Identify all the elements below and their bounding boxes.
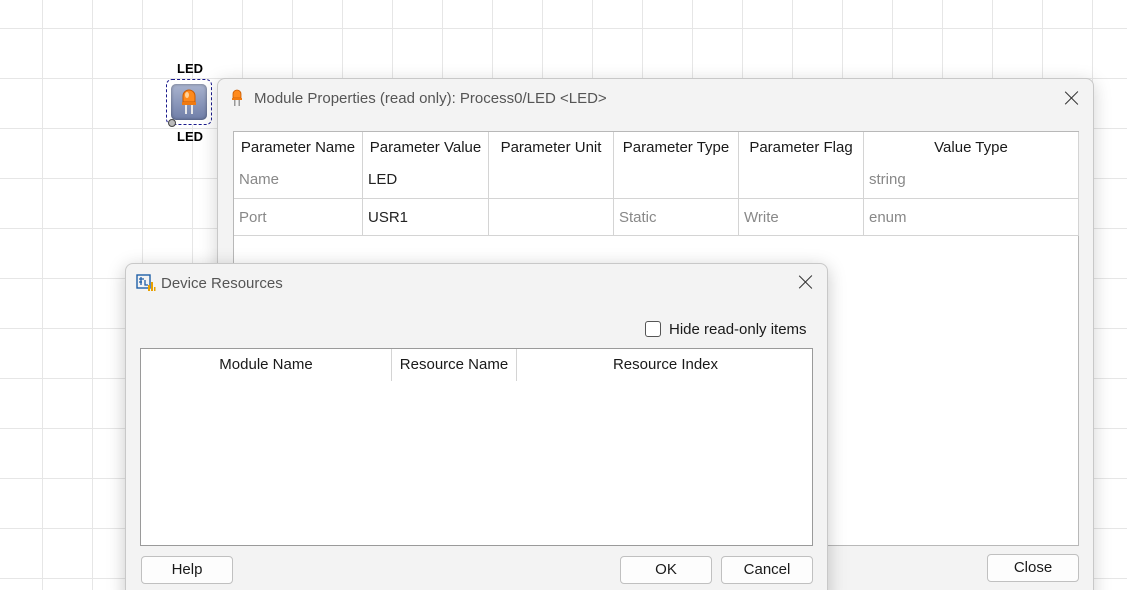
led-module-block[interactable] [166,79,212,127]
column-header-parameter-type[interactable]: Parameter Type [614,132,739,164]
table-cell[interactable]: LED [363,164,489,199]
hide-readonly-checkbox[interactable] [645,321,661,337]
module-properties-title: Module Properties (read only): Process0/… [254,90,607,107]
table-cell[interactable]: Name [234,164,363,199]
led-port-connector[interactable] [168,119,176,127]
led-icon [231,89,243,111]
close-button[interactable]: Close [987,554,1079,582]
table-cell[interactable]: Port [234,199,363,236]
column-header-parameter-unit[interactable]: Parameter Unit [489,132,614,164]
column-header-value-type[interactable]: Value Type [864,132,1079,164]
table-cell[interactable]: string [864,164,1079,199]
column-header-module-name[interactable]: Module Name [141,349,392,381]
led-module-top-label: LED [177,61,203,76]
led-module-bottom-label: LED [177,129,203,144]
device-resources-title: Device Resources [161,275,283,292]
module-properties-titlebar[interactable]: Module Properties (read only): Process0/… [218,79,1093,119]
table-cell[interactable] [489,164,614,199]
cancel-button[interactable]: Cancel [721,556,813,584]
ok-button[interactable]: OK [620,556,712,584]
table-cell[interactable]: enum [864,199,1079,236]
column-header-parameter-flag[interactable]: Parameter Flag [739,132,864,164]
close-icon[interactable] [795,271,817,293]
resources-table: Module Name Resource Name Resource Index [140,348,813,546]
close-icon[interactable] [1061,87,1083,109]
column-header-resource-name[interactable]: Resource Name [392,349,517,381]
hide-readonly-label[interactable]: Hide read-only items [669,321,807,338]
table-cell[interactable] [614,164,739,199]
led-module[interactable]: LED LED [160,60,220,144]
led-module-body [171,84,207,120]
table-cell[interactable]: USR1 [363,199,489,236]
table-cell[interactable]: Write [739,199,864,236]
device-resources-icon [136,273,156,297]
table-cell[interactable] [489,199,614,236]
device-resources-dialog: Device Resources Hide read-only items Mo… [125,263,828,590]
column-header-parameter-value[interactable]: Parameter Value [363,132,489,164]
help-button[interactable]: Help [141,556,233,584]
table-cell[interactable] [739,164,864,199]
hide-readonly-option[interactable]: Hide read-only items [645,319,807,339]
column-header-parameter-name[interactable]: Parameter Name [234,132,363,164]
column-header-resource-index[interactable]: Resource Index [517,349,814,381]
table-cell[interactable]: Static [614,199,739,236]
led-icon [182,89,196,114]
